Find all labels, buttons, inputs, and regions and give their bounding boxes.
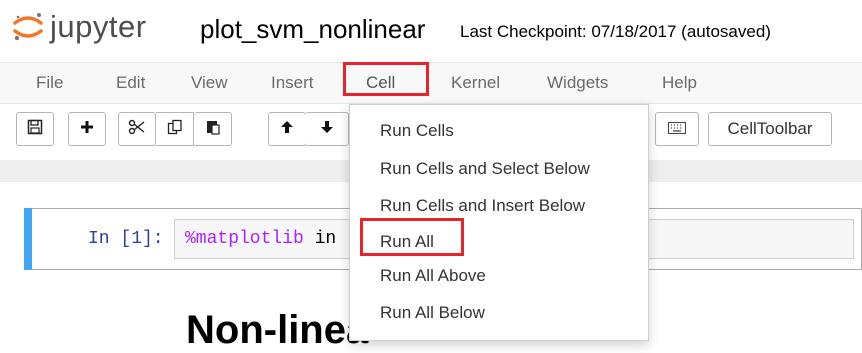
cell-prompt: In [1]: [88,229,164,249]
menu-kernel[interactable]: Kernel [451,73,500,93]
insert-cell-button[interactable] [68,112,106,146]
command-palette-button[interactable] [655,112,699,146]
menu-item-run-all-below[interactable]: Run All Below [380,303,485,323]
save-button[interactable] [16,112,54,146]
menu-item-run-cells-insert-below[interactable]: Run Cells and Insert Below [380,196,585,216]
celltoolbar-button[interactable]: CellToolbar [708,112,832,146]
jupyter-logo-icon [12,11,44,43]
add-cell-icon [79,119,95,139]
menu-item-run-all-above[interactable]: Run All Above [380,266,486,286]
copy-icon [167,119,183,139]
paste-button[interactable] [194,112,232,146]
menubar: File Edit View Insert Cell Kernel Widget… [0,62,862,104]
copy-button[interactable] [156,112,194,146]
notebook-header: jupyter plot_svm_nonlinear Last Checkpoi… [0,0,862,52]
menu-edit[interactable]: Edit [116,73,145,93]
menu-widgets[interactable]: Widgets [547,73,608,93]
menu-help[interactable]: Help [662,73,697,93]
move-up-button[interactable] [268,112,306,146]
cell-selected-indicator [24,208,32,270]
notebook-title[interactable]: plot_svm_nonlinear [200,14,425,45]
code-rest: in [303,229,337,249]
markdown-heading: Non-linea [186,308,369,352]
menu-item-run-cells-select-below[interactable]: Run Cells and Select Below [380,159,590,179]
code-magic: %matplotlib [185,229,304,249]
cut-icon [128,119,146,139]
menu-insert[interactable]: Insert [271,73,314,93]
keyboard-icon [668,121,686,138]
menu-file[interactable]: File [36,73,63,93]
cell-menu-highlight-box [343,62,429,96]
menu-item-run-cells[interactable]: Run Cells [380,121,454,141]
code-text: %matplotlib in [185,229,336,249]
run-all-highlight-box [360,218,464,256]
move-down-icon [319,119,335,139]
move-down-button[interactable] [305,112,349,146]
jupyter-logo[interactable]: jupyter [12,9,147,44]
save-icon [27,119,43,139]
move-up-icon [279,119,295,139]
checkpoint-status: Last Checkpoint: 07/18/2017 (autosaved) [460,22,771,41]
cut-button[interactable] [118,112,156,146]
paste-icon [205,119,221,139]
logo-text: jupyter [50,9,147,44]
menu-view[interactable]: View [191,73,228,93]
